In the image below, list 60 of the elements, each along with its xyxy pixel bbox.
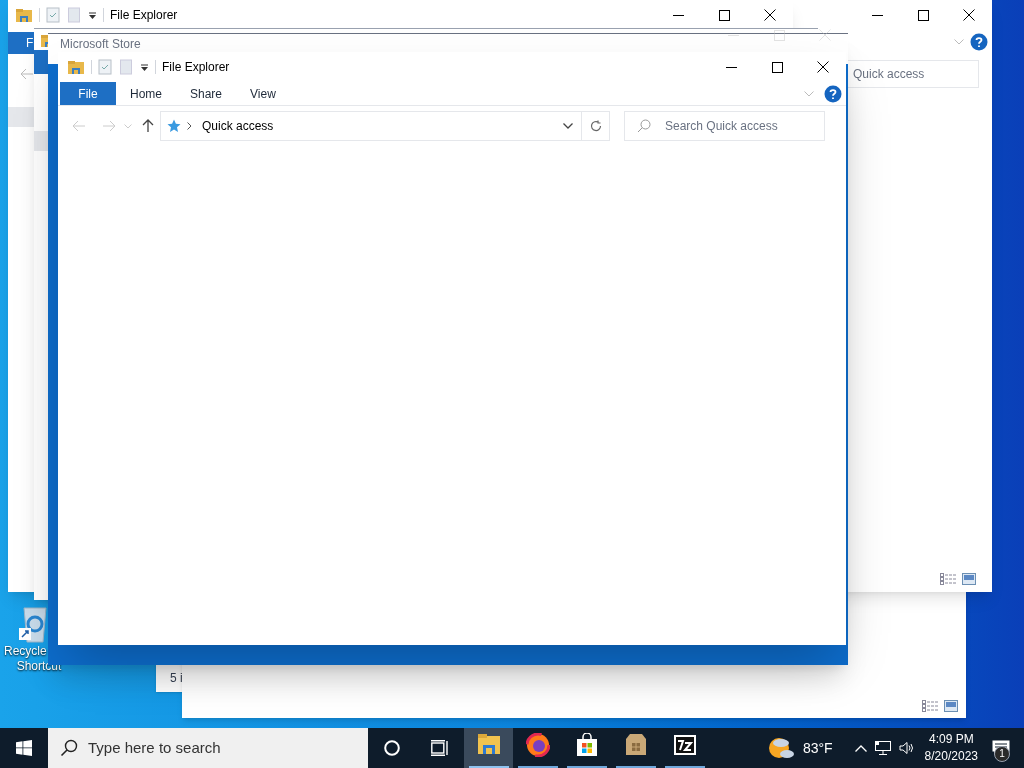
ribbon-tab[interactable]: File	[60, 82, 116, 105]
maximize-icon	[771, 61, 783, 73]
weather-icon[interactable]	[766, 736, 795, 760]
notifications-button[interactable]: 1	[978, 728, 1024, 768]
chevron-down-icon	[563, 123, 573, 129]
close-icon	[817, 61, 829, 73]
box-icon	[623, 733, 648, 757]
folder-icon[interactable]	[15, 7, 33, 23]
window-title: File Explorer	[110, 7, 178, 24]
thumbnail-view-icon[interactable]	[962, 573, 976, 585]
help-icon[interactable]	[970, 33, 988, 51]
chevron-up-icon[interactable]	[854, 744, 867, 752]
placeholder-text: Search Quick access	[665, 118, 778, 135]
details-view-icon[interactable]	[940, 573, 956, 585]
time-text: 4:09 PM	[928, 731, 974, 748]
close-icon	[764, 9, 776, 21]
search-field[interactable]: Type here to search	[48, 728, 368, 768]
close-icon	[819, 29, 831, 41]
window-title: Microsoft Store	[60, 36, 141, 51]
chevron-right-icon	[187, 122, 192, 130]
placeholder-text: Type here to search	[88, 737, 221, 758]
ribbon-tab[interactable]: Home	[116, 82, 176, 105]
ribbon-tab[interactable]: Share	[176, 82, 237, 105]
search-icon	[60, 739, 78, 757]
ribbon-tab[interactable]: View	[236, 82, 290, 105]
browser-icon	[525, 733, 550, 757]
customize-dropdown-icon[interactable]	[88, 10, 97, 20]
maximize-icon	[917, 9, 929, 21]
details-view-icon[interactable]	[922, 700, 938, 712]
date-text: 8/20/2023	[924, 748, 978, 765]
clock[interactable]: 4:09 PM 8/20/2023	[924, 731, 978, 765]
circle-icon	[384, 740, 400, 756]
status-text: 5 i	[170, 670, 183, 687]
icon-label: Shortcut	[16, 659, 62, 674]
archive-icon	[672, 733, 697, 757]
placeholder-text: Quick access	[853, 66, 925, 83]
folder-icon	[476, 733, 501, 757]
customize-dropdown-icon[interactable]	[140, 62, 149, 72]
search-icon	[637, 119, 651, 133]
speaker-icon[interactable]	[898, 741, 915, 755]
notification-badge: 1	[994, 746, 1010, 762]
windows-logo-icon	[16, 740, 32, 756]
icon-label: Recycle	[4, 644, 47, 659]
close-icon	[963, 9, 975, 21]
shopping-bag-icon	[574, 733, 599, 757]
folder-icon[interactable]	[67, 59, 85, 75]
ribbon-tab[interactable]: F	[8, 32, 34, 54]
maximize-icon	[718, 9, 730, 21]
help-icon[interactable]	[824, 84, 842, 103]
refresh-icon	[589, 120, 602, 132]
window-title: File Explorer	[162, 59, 230, 76]
maximize-icon	[773, 29, 785, 41]
up-arrow-icon[interactable]	[142, 119, 154, 133]
thumbnail-view-icon[interactable]	[944, 700, 958, 712]
search-field[interactable]: Search Quick access	[624, 111, 825, 141]
network-icon[interactable]	[874, 741, 891, 755]
breadcrumb-text: Quick access	[202, 118, 274, 135]
star-icon	[167, 119, 181, 133]
weather-text[interactable]: 83°F	[802, 737, 833, 759]
task-view-icon	[431, 740, 449, 756]
